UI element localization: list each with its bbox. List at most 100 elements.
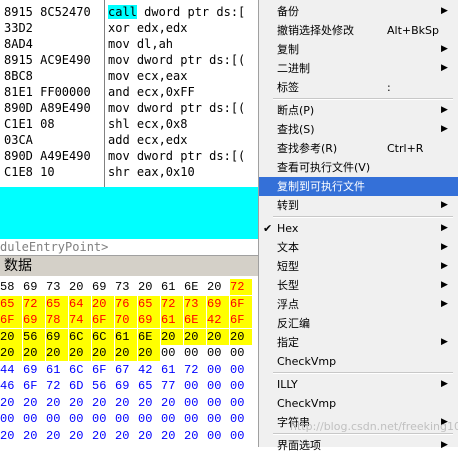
hex-byte[interactable]: 00 <box>115 411 137 427</box>
hex-byte[interactable]: 00 <box>207 411 229 427</box>
hex-byte[interactable]: 00 <box>138 411 160 427</box>
hex-byte[interactable]: 78 <box>46 312 68 328</box>
menu-item[interactable]: 界面选项 ▶ <box>259 436 458 455</box>
hex-byte[interactable]: 6D <box>69 378 91 394</box>
hex-byte[interactable]: 69 <box>23 312 45 328</box>
hex-byte[interactable]: 20 <box>46 345 68 361</box>
hex-byte[interactable]: 72 <box>230 279 252 295</box>
hex-byte[interactable]: 00 <box>161 345 183 361</box>
menu-item[interactable]: 复制 ▶ <box>259 40 458 59</box>
hex-byte[interactable]: 72 <box>161 295 183 312</box>
hex-byte[interactable]: 00 <box>184 395 206 411</box>
hex-byte[interactable]: 00 <box>230 428 252 444</box>
menu-item[interactable]: 查找(S) ▶ <box>259 120 458 139</box>
hex-byte[interactable]: 69 <box>138 312 160 328</box>
hex-byte[interactable]: 42 <box>207 312 229 328</box>
hex-byte[interactable]: 20 <box>92 395 114 411</box>
hex-byte[interactable]: 20 <box>92 295 114 312</box>
hex-byte[interactable]: 65 <box>138 295 160 312</box>
hex-byte[interactable]: 20 <box>138 279 160 295</box>
hex-byte[interactable]: 20 <box>230 328 252 345</box>
hex-byte[interactable]: 20 <box>69 395 91 411</box>
menu-item[interactable]: 标签: <box>259 78 458 97</box>
hex-byte[interactable]: 20 <box>161 328 183 345</box>
hex-byte[interactable]: 20 <box>69 279 91 295</box>
hex-byte[interactable]: 61 <box>161 312 183 328</box>
menu-item[interactable]: 指定 ▶ <box>259 333 458 352</box>
menu-item[interactable]: 文本 ▶ <box>259 238 458 257</box>
hex-byte[interactable]: 20 <box>138 428 160 444</box>
hex-byte[interactable]: 6E <box>138 328 160 345</box>
hex-byte[interactable]: 61 <box>46 362 68 378</box>
hex-byte[interactable]: 00 <box>230 378 252 394</box>
menu-item[interactable]: 查看可执行文件(V) <box>259 158 458 177</box>
hex-byte[interactable]: 6F <box>0 312 22 328</box>
hex-byte[interactable]: 20 <box>23 395 45 411</box>
hex-byte[interactable]: 6F <box>23 378 45 394</box>
hex-byte[interactable]: 69 <box>92 279 114 295</box>
hex-byte[interactable]: 6C <box>69 362 91 378</box>
menu-item[interactable]: CheckVmp <box>259 394 458 413</box>
hex-byte[interactable]: 46 <box>0 378 22 394</box>
hex-byte[interactable]: 20 <box>0 328 22 345</box>
hex-byte[interactable]: 67 <box>115 362 137 378</box>
hex-byte[interactable]: 77 <box>161 378 183 394</box>
hex-byte[interactable]: 00 <box>230 362 252 378</box>
hex-byte[interactable]: 6E <box>184 312 206 328</box>
hex-byte[interactable]: 00 <box>0 411 22 427</box>
menu-item[interactable]: 断点(P) ▶ <box>259 101 458 120</box>
hex-byte[interactable]: 6F <box>230 295 252 312</box>
menu-item[interactable]: 浮点 ▶ <box>259 295 458 314</box>
hex-byte[interactable]: 20 <box>138 395 160 411</box>
menu-item[interactable]: CheckVmp <box>259 352 458 371</box>
hex-byte[interactable]: 20 <box>161 395 183 411</box>
hex-byte[interactable]: 65 <box>138 378 160 394</box>
hex-byte[interactable]: 00 <box>207 362 229 378</box>
menu-item[interactable]: 复制到可执行文件 <box>259 177 458 196</box>
hex-byte[interactable]: 20 <box>115 345 137 361</box>
hex-byte[interactable]: 00 <box>230 395 252 411</box>
hex-byte[interactable]: 73 <box>115 279 137 295</box>
hex-byte[interactable]: 6C <box>69 328 91 345</box>
hex-byte[interactable]: 20 <box>184 328 206 345</box>
hex-byte[interactable]: 69 <box>207 295 229 312</box>
hex-byte[interactable]: 72 <box>184 362 206 378</box>
hex-byte[interactable]: 44 <box>0 362 22 378</box>
hex-byte[interactable]: 20 <box>0 345 22 361</box>
hex-byte[interactable]: 20 <box>46 395 68 411</box>
hex-byte[interactable]: 6F <box>92 362 114 378</box>
hex-byte[interactable]: 00 <box>207 428 229 444</box>
hex-byte[interactable]: 20 <box>207 279 229 295</box>
menu-item[interactable]: 备份 ▶ <box>259 2 458 21</box>
hex-byte[interactable]: 20 <box>115 428 137 444</box>
hex-byte[interactable]: 76 <box>115 295 137 312</box>
hex-byte[interactable]: 65 <box>0 295 22 312</box>
hex-byte[interactable]: 00 <box>184 411 206 427</box>
hex-byte[interactable]: 00 <box>69 411 91 427</box>
hex-byte[interactable]: 70 <box>115 312 137 328</box>
hex-byte[interactable]: 20 <box>161 428 183 444</box>
hex-byte[interactable]: 74 <box>69 312 91 328</box>
hex-byte[interactable]: 69 <box>23 362 45 378</box>
hex-byte[interactable]: 20 <box>138 345 160 361</box>
hex-byte[interactable]: 56 <box>23 328 45 345</box>
hex-byte[interactable]: 20 <box>0 395 22 411</box>
hex-byte[interactable]: 20 <box>23 345 45 361</box>
menu-item[interactable]: 查找参考(R) Ctrl+R <box>259 139 458 158</box>
hex-byte[interactable]: 00 <box>184 378 206 394</box>
hex-byte[interactable]: 20 <box>115 395 137 411</box>
hex-byte[interactable]: 72 <box>46 378 68 394</box>
hex-byte[interactable]: 00 <box>92 411 114 427</box>
hex-byte[interactable]: 00 <box>207 395 229 411</box>
hex-byte[interactable]: 20 <box>46 428 68 444</box>
menu-item[interactable]: 长型 ▶ <box>259 276 458 295</box>
hex-byte[interactable]: 65 <box>46 295 68 312</box>
hex-byte[interactable]: 00 <box>46 411 68 427</box>
hex-byte[interactable]: 00 <box>207 378 229 394</box>
hex-byte[interactable]: 20 <box>0 428 22 444</box>
hex-byte[interactable]: 6F <box>230 312 252 328</box>
hex-byte[interactable]: 69 <box>23 279 45 295</box>
menu-item[interactable]: ILLY ▶ <box>259 375 458 394</box>
hex-byte[interactable]: 6F <box>92 312 114 328</box>
hex-byte[interactable]: 20 <box>69 428 91 444</box>
